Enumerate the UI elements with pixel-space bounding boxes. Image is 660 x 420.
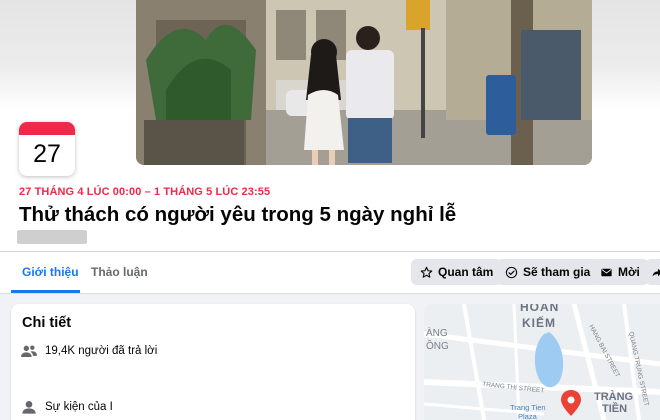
interested-button[interactable]: Quan tâm	[411, 259, 503, 285]
event-date-calendar: 27	[19, 122, 75, 176]
map-label-area-left: ÀNG	[426, 326, 448, 339]
person-icon	[22, 401, 36, 414]
share-arrow-icon	[652, 268, 660, 277]
people-icon	[21, 345, 37, 357]
going-button[interactable]: Sẽ tham gia	[496, 259, 600, 285]
active-tab-indicator	[11, 290, 80, 293]
star-icon	[420, 266, 433, 278]
map-label-place2: Plaza	[518, 412, 538, 420]
responses-row: 19,4K người đã trả lời	[21, 344, 157, 358]
tab-discussion[interactable]: Thảo luận	[91, 252, 148, 292]
invite-label: Mời	[618, 265, 640, 279]
map-label-hoan: HOÀN	[520, 304, 559, 314]
invite-button[interactable]: Mời	[591, 259, 649, 285]
calendar-header	[19, 122, 75, 135]
event-date-range: 27 THÁNG 4 LÚC 00:00 – 1 THÁNG 5 LÚC 23:…	[19, 186, 271, 198]
host-row: Sự kiện của I	[21, 400, 113, 414]
tab-about[interactable]: Giới thiệu	[22, 252, 79, 292]
map-label-tien: TIỀN	[602, 402, 627, 415]
cover-photo[interactable]	[136, 0, 592, 165]
envelope-icon	[601, 268, 612, 276]
map-label-trang: TRÀNG	[594, 390, 633, 403]
map-label-area-left2: ỒNG	[426, 339, 449, 352]
responses-count: 19,4K người đã trả lời	[45, 345, 158, 357]
check-circle-icon	[505, 266, 518, 278]
interested-label: Quan tâm	[438, 265, 494, 279]
details-heading: Chi tiết	[22, 315, 72, 331]
event-title: Thử thách có người yêu trong 5 ngày nghỉ…	[19, 203, 457, 226]
going-label: Sẽ tham gia	[523, 265, 591, 279]
calendar-day: 27	[33, 140, 61, 168]
map-label-kiem: KIẾM	[522, 315, 556, 330]
location-map[interactable]: HOÀN KIẾM ÀNG ỒNG TRANG THI STREET HANG …	[424, 304, 660, 420]
share-button[interactable]	[645, 259, 660, 285]
map-label-place: Trang Tien	[510, 403, 546, 412]
details-card: Chi tiết 19,4K người đã trả lời Sự kiện …	[11, 304, 415, 420]
event-by: Sự kiện của I	[45, 401, 113, 413]
event-host-redacted	[17, 230, 87, 244]
